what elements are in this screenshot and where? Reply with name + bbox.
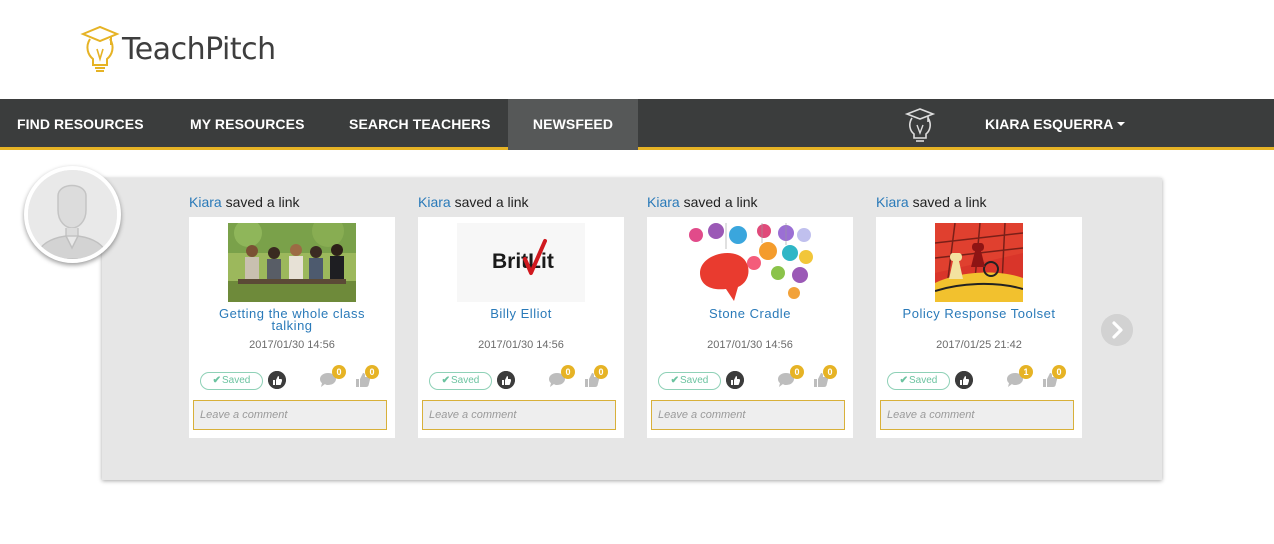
resource-date: 2017/01/30 14:56 <box>249 339 335 351</box>
feed-item-header: Kiara saved a link <box>189 193 395 213</box>
resource-thumbnail[interactable] <box>935 223 1023 302</box>
like-count-badge: 0 <box>594 365 608 379</box>
students-photo <box>228 223 356 302</box>
board-game-image <box>935 223 1023 302</box>
saved-label: Saved <box>222 375 251 386</box>
feed-user-link[interactable]: Kiara <box>647 194 680 210</box>
saved-label: Saved <box>451 375 480 386</box>
resource-date: 2017/01/25 21:42 <box>936 339 1022 351</box>
saved-button[interactable]: ✔Saved <box>658 372 721 390</box>
main-nav: FIND RESOURCES MY RESOURCES SEARCH TEACH… <box>0 99 1274 150</box>
nav-find-resources[interactable]: FIND RESOURCES <box>17 99 144 150</box>
avatar[interactable] <box>24 166 121 263</box>
teacher-icon[interactable] <box>904 107 936 143</box>
comment-count-badge: 1 <box>1019 365 1033 379</box>
feed-item: Kiara saved a link Policy Response Tools… <box>876 193 1082 438</box>
user-menu[interactable]: KIARA ESQUERRA <box>985 99 1126 150</box>
next-arrow-icon[interactable] <box>1101 314 1133 346</box>
resource-title[interactable]: Billy Elliot <box>426 307 616 320</box>
feed-user-link[interactable]: Kiara <box>189 194 222 210</box>
saved-button[interactable]: ✔Saved <box>429 372 492 390</box>
like-count-badge: 0 <box>1052 365 1066 379</box>
comment-input[interactable] <box>193 400 387 430</box>
saved-button[interactable]: ✔Saved <box>887 372 950 390</box>
check-icon: ✔ <box>899 375 909 386</box>
resource-title[interactable]: Getting the whole class talking <box>197 307 387 332</box>
feed-user-link[interactable]: Kiara <box>418 194 451 210</box>
teachpitch-logo-icon <box>80 25 120 72</box>
thumbs-up-icon[interactable] <box>268 371 286 389</box>
speech-bubbles-image <box>686 223 814 302</box>
like-count-badge: 0 <box>823 365 837 379</box>
resource-thumbnail[interactable]: BritLit <box>457 223 585 302</box>
feed-item: Kiara saved a link BritLit Billy Elliot … <box>418 193 624 438</box>
nav-newsfeed[interactable]: NEWSFEED <box>508 99 638 150</box>
britlit-logo: BritLit <box>457 223 585 302</box>
feed-item: Kiara saved a link Stone Cradle 2017/01/… <box>647 193 853 438</box>
feed-action-text: saved a link <box>679 194 758 210</box>
thumbs-up-icon[interactable] <box>497 371 515 389</box>
feed-user-link[interactable]: Kiara <box>876 194 909 210</box>
resource-thumbnail[interactable] <box>228 223 356 302</box>
comment-count-badge: 0 <box>332 365 346 379</box>
feed-action-text: saved a link <box>450 194 529 210</box>
saved-label: Saved <box>909 375 938 386</box>
feed-item-header: Kiara saved a link <box>647 193 853 213</box>
resource-title[interactable]: Stone Cradle <box>655 307 845 320</box>
resource-thumbnail[interactable] <box>686 223 814 302</box>
brand-name: TeachPitch <box>122 31 276 67</box>
nav-my-resources[interactable]: MY RESOURCES <box>190 99 305 150</box>
brand-logo[interactable]: TeachPitch <box>80 24 276 74</box>
resource-date: 2017/01/30 14:56 <box>478 339 564 351</box>
check-icon: ✔ <box>441 375 451 386</box>
britlit-logo-text: BritLit <box>492 250 554 273</box>
nav-search-teachers[interactable]: SEARCH TEACHERS <box>349 99 491 150</box>
feed-item: Kiara saved a link Getting the whole cla… <box>189 193 395 438</box>
saved-button[interactable]: ✔Saved <box>200 372 263 390</box>
avatar-placeholder-icon <box>28 170 117 259</box>
resource-date: 2017/01/30 14:56 <box>707 339 793 351</box>
resource-card: Stone Cradle 2017/01/30 14:56 ✔Saved 0 0 <box>647 217 853 438</box>
comment-count-badge: 0 <box>561 365 575 379</box>
feed-action-text: saved a link <box>908 194 987 210</box>
comment-input[interactable] <box>651 400 845 430</box>
comment-count-badge: 0 <box>790 365 804 379</box>
thumbs-up-icon[interactable] <box>726 371 744 389</box>
comment-input[interactable] <box>880 400 1074 430</box>
caret-down-icon <box>1117 122 1126 127</box>
comment-input[interactable] <box>422 400 616 430</box>
resource-title[interactable]: Policy Response Toolset <box>884 307 1074 320</box>
thumbs-up-icon[interactable] <box>955 371 973 389</box>
resource-card: BritLit Billy Elliot 2017/01/30 14:56 ✔S… <box>418 217 624 438</box>
user-menu-label: KIARA ESQUERRA <box>985 116 1114 132</box>
like-count-badge: 0 <box>365 365 379 379</box>
check-icon: ✔ <box>212 375 222 386</box>
feed-action-text: saved a link <box>221 194 300 210</box>
header: TeachPitch <box>0 0 1274 99</box>
saved-label: Saved <box>680 375 709 386</box>
check-icon: ✔ <box>670 375 680 386</box>
resource-card: Getting the whole class talking 2017/01/… <box>189 217 395 438</box>
feed-item-header: Kiara saved a link <box>418 193 624 213</box>
feed-item-header: Kiara saved a link <box>876 193 1082 213</box>
resource-card: Policy Response Toolset 2017/01/25 21:42… <box>876 217 1082 438</box>
